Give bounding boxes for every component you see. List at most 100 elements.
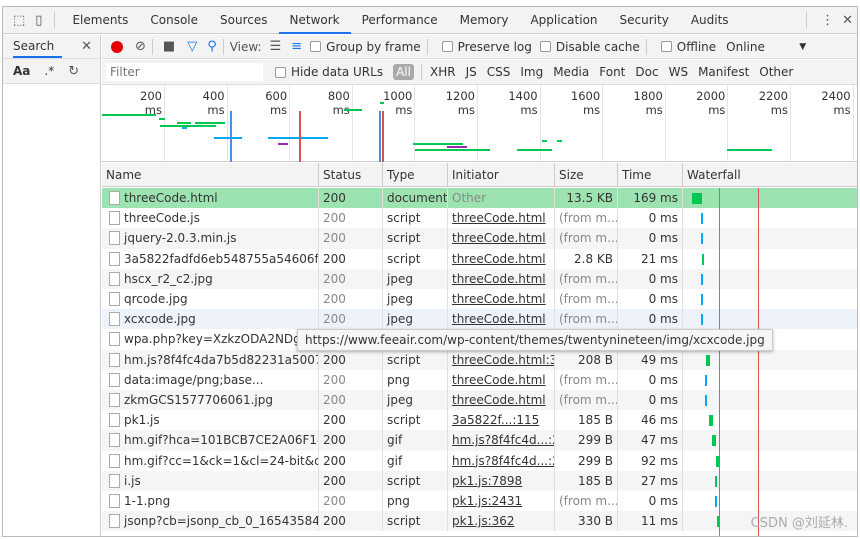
cell-name[interactable]: data:image/png;base... (102, 369, 319, 390)
cell-initiator[interactable]: Other (448, 188, 555, 209)
type-filter-js[interactable]: JS (466, 65, 477, 79)
table-row[interactable]: 1-1.png 200 png pk1.js:2431 (from m... 0 ms (102, 491, 857, 512)
throttle-select[interactable]: Online ▼ (726, 40, 806, 54)
table-row[interactable]: threeCode.html 200 document Other 13.5 KB 169… (102, 188, 857, 209)
cell-name[interactable]: i.js (102, 470, 319, 491)
type-filter-ws[interactable]: WS (669, 65, 688, 79)
cell-initiator[interactable]: threeCode.html (448, 248, 555, 269)
table-row[interactable]: data:image/png;base... 200 png threeCode.ht… (102, 369, 857, 390)
timeline-overview[interactable]: 200 ms 400 ms 600 ms 800 ms 1000 ms 1200 ms 14… (102, 85, 857, 162)
more-options-icon[interactable]: ⋮ (821, 13, 834, 28)
cell-name[interactable]: hm.gif?cc=1&ck=1&cl=24-bit&ds... (102, 450, 319, 471)
tab-performance[interactable]: Performance (351, 7, 449, 34)
refresh-icon[interactable]: ↻ (68, 64, 79, 79)
cell-name[interactable]: zkmGCS1577706061.jpg (102, 390, 319, 411)
cell-initiator[interactable]: threeCode.html (448, 309, 555, 330)
cell-name[interactable]: 1-1.png (102, 491, 319, 512)
cell-initiator[interactable]: threeCode.html (448, 228, 555, 249)
cell-name[interactable]: hscx_r2_c2.jpg (102, 268, 319, 289)
column-header-status[interactable]: Status (319, 163, 383, 187)
column-header-waterfall[interactable]: Waterfall (683, 163, 857, 187)
regex-button[interactable]: .* (44, 64, 54, 78)
filter-input[interactable] (106, 63, 263, 81)
close-search-icon[interactable]: ✕ (81, 39, 92, 54)
cell-initiator-text[interactable]: pk1.js:362 (452, 514, 515, 528)
tab-audits[interactable]: Audits (680, 7, 740, 34)
cell-initiator[interactable]: threeCode.html (448, 390, 555, 411)
large-rows-icon[interactable]: ☰ (270, 39, 282, 54)
cell-initiator-text[interactable]: threeCode.html (452, 312, 546, 326)
offline-checkbox[interactable] (660, 41, 672, 52)
table-row[interactable]: jquery-2.0.3.min.js 200 script threeCode.ht… (102, 228, 857, 249)
table-row[interactable]: pk1.js 200 script 3a5822f...:115 185 B 46 ms (102, 410, 857, 431)
filter-icon[interactable]: ▽ (187, 39, 197, 54)
cell-name[interactable]: threeCode.js (102, 208, 319, 229)
cell-initiator-text[interactable]: threeCode.html (452, 231, 546, 245)
table-row[interactable]: jsonp?cb=jsonp_cb_0_1654358474... 200 scri… (102, 511, 857, 532)
cell-initiator-text[interactable]: Other (452, 191, 486, 205)
record-icon[interactable] (111, 40, 123, 53)
cell-initiator-text[interactable]: threeCode.html (452, 393, 546, 407)
cell-initiator-text[interactable]: hm.js?8f4fc4d...:27 (452, 454, 554, 468)
cell-initiator-text[interactable]: threeCode.html:35 (452, 353, 554, 367)
table-row[interactable]: qrcode.jpg 200 jpeg threeCode.html (from m..… (102, 289, 857, 310)
cell-initiator-text[interactable]: pk1.js:7898 (452, 474, 522, 488)
column-header-name[interactable]: Name (102, 163, 319, 187)
table-row[interactable]: 3a5822fadfd6eb548755a54606fc9a... 200 scri… (102, 248, 857, 269)
table-row[interactable]: xcxcode.jpg 200 jpeg threeCode.html (from m.… (102, 309, 857, 330)
cell-initiator[interactable]: pk1.js:2431 (448, 491, 555, 512)
type-filter-all[interactable]: All (393, 64, 414, 80)
cell-initiator[interactable]: threeCode.html (448, 268, 555, 289)
tab-sources[interactable]: Sources (209, 7, 278, 34)
group-by-frame-checkbox[interactable] (310, 41, 322, 52)
type-filter-css[interactable]: CSS (487, 65, 511, 79)
cell-initiator[interactable]: threeCode.html (448, 208, 555, 229)
tab-security[interactable]: Security (609, 7, 680, 34)
cell-initiator[interactable]: threeCode.html:35 (448, 349, 555, 370)
cell-initiator-text[interactable]: threeCode.html (452, 292, 546, 306)
cell-initiator[interactable]: threeCode.html (448, 369, 555, 390)
cell-name[interactable]: jsonp?cb=jsonp_cb_0_1654358474... (102, 511, 319, 532)
cell-initiator-text[interactable]: hm.js?8f4fc4d...:27 (452, 433, 554, 447)
inspect-element-icon[interactable]: ⬚ (13, 13, 25, 28)
cell-name[interactable]: qrcode.jpg (102, 289, 319, 310)
device-toolbar-icon[interactable]: ▯ (35, 13, 42, 28)
cell-name[interactable]: xcxcode.jpg (102, 309, 319, 330)
cell-name[interactable]: threeCode.html (102, 188, 319, 209)
cell-name[interactable]: hm.js?8f4fc4da7b5d82231a5007e0... (102, 349, 319, 370)
tab-console[interactable]: Console (139, 7, 209, 34)
type-filter-xhr[interactable]: XHR (430, 65, 456, 79)
table-row[interactable]: i.js 200 script pk1.js:7898 185 B 27 ms (102, 470, 857, 491)
column-header-time[interactable]: Time (618, 163, 683, 187)
table-row[interactable]: hm.gif?hca=101BCB7CE2A06F18&c... 200 gif hm… (102, 430, 857, 451)
type-filter-media[interactable]: Media (553, 65, 589, 79)
column-header-size[interactable]: Size (555, 163, 618, 187)
type-filter-manifest[interactable]: Manifest (698, 65, 749, 79)
cell-initiator-text[interactable]: threeCode.html (452, 211, 546, 225)
hide-data-urls-checkbox[interactable] (275, 66, 286, 78)
type-filter-other[interactable]: Other (759, 65, 793, 79)
cell-initiator[interactable]: pk1.js:362 (448, 511, 555, 532)
cell-initiator-text[interactable]: 3a5822f...:115 (452, 413, 539, 427)
column-header-type[interactable]: Type (383, 163, 448, 187)
tab-memory[interactable]: Memory (449, 7, 520, 34)
clear-icon[interactable]: ⊘ (135, 39, 146, 54)
screenshot-camera-icon[interactable]: ■ (163, 39, 175, 54)
tab-application[interactable]: Application (519, 7, 608, 34)
tab-elements[interactable]: Elements (61, 7, 139, 34)
cell-initiator[interactable]: hm.js?8f4fc4d...:27 (448, 450, 555, 471)
cell-initiator[interactable]: pk1.js:7898 (448, 470, 555, 491)
cell-name[interactable]: wpa.php?key=XzkzODA2NDg3OF (102, 329, 319, 350)
cell-initiator-text[interactable]: threeCode.html (452, 373, 546, 387)
cell-initiator[interactable]: hm.js?8f4fc4d...:27 (448, 430, 555, 451)
search-icon[interactable]: ⚲ (207, 39, 217, 54)
cell-initiator[interactable]: threeCode.html (448, 289, 555, 310)
cell-initiator-text[interactable]: threeCode.html (452, 252, 546, 266)
table-row[interactable]: hscx_r2_c2.jpg 200 jpeg threeCode.html (from… (102, 268, 857, 289)
cell-initiator[interactable]: 3a5822f...:115 (448, 410, 555, 431)
tab-network[interactable]: Network (278, 7, 351, 34)
table-row[interactable]: threeCode.js 200 script threeCode.html (from… (102, 208, 857, 229)
search-tab[interactable]: Search (13, 36, 63, 58)
type-filter-doc[interactable]: Doc (635, 65, 658, 79)
overview-icon[interactable]: ≡ (291, 39, 302, 54)
